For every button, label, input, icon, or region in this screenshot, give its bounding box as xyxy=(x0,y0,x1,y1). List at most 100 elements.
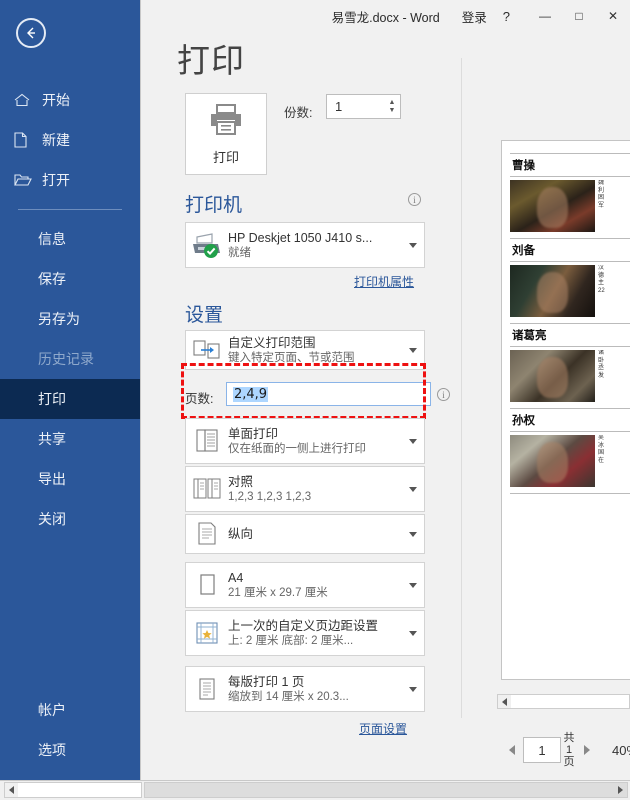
preview-heading: 诸葛亮 xyxy=(510,324,630,346)
sidebar-item-options[interactable]: 选项 xyxy=(0,730,140,770)
copies-stepper[interactable]: 1 ▲ ▼ xyxy=(326,94,401,119)
sidebar-item-print[interactable]: 打印 xyxy=(0,379,140,419)
print-button[interactable]: 打印 xyxy=(185,93,267,175)
collate-select[interactable]: 对照 1,2,3 1,2,3 1,2,3 xyxy=(185,466,425,512)
current-page-input[interactable]: 1 xyxy=(523,737,561,763)
sidebar-item-new[interactable]: 新建 xyxy=(0,120,140,160)
spinner-down-icon[interactable]: ▼ xyxy=(389,107,396,115)
sidebar-item-save[interactable]: 保存 xyxy=(0,259,140,299)
preview-heading: 孙权 xyxy=(510,409,630,431)
preview-line: 丞 xyxy=(598,365,630,373)
bottom-right-scrollbar[interactable] xyxy=(144,782,628,798)
prev-page-icon[interactable] xyxy=(501,745,523,755)
paper-size-title: A4 xyxy=(228,570,402,586)
sidebar-item-info[interactable]: 信息 xyxy=(0,219,140,259)
scroll-right-icon[interactable] xyxy=(614,783,627,797)
help-icon[interactable]: ? xyxy=(503,9,510,24)
printer-section-title: 打印机 xyxy=(185,190,242,217)
preview-section: 刘备 汉 德 主 22 xyxy=(510,238,630,323)
sidebar-item-label: 打印 xyxy=(38,389,66,409)
scrollbar-thumb[interactable] xyxy=(18,783,141,797)
chevron-down-icon[interactable] xyxy=(402,348,424,353)
minimize-button[interactable]: — xyxy=(528,2,562,30)
preview-row: 吴 冰 国 在 xyxy=(510,432,630,493)
back-arrow-icon[interactable] xyxy=(16,18,46,48)
printer-icon xyxy=(206,102,246,141)
preview-rule xyxy=(510,493,630,494)
sidebar-item-export[interactable]: 导出 xyxy=(0,459,140,499)
pages-per-sheet-select[interactable]: 每版打印 1 页 缩放到 14 厘米 x 20.3... xyxy=(185,666,425,712)
print-button-label: 打印 xyxy=(213,147,239,166)
chevron-down-icon[interactable] xyxy=(402,439,424,444)
sidebar-item-share[interactable]: 共享 xyxy=(0,419,140,459)
bottom-left-scrollbar[interactable] xyxy=(4,782,142,798)
home-icon xyxy=(14,91,36,109)
preview-line: 利 xyxy=(598,188,630,196)
preview-image xyxy=(510,435,595,487)
orientation-select[interactable]: 纵向 xyxy=(185,514,425,554)
chevron-down-icon[interactable] xyxy=(402,243,424,248)
scroll-left-icon[interactable] xyxy=(498,695,511,708)
collate-title: 对照 xyxy=(228,474,402,490)
printer-select[interactable]: HP Deskjet 1050 J410 s... 就绪 xyxy=(185,222,425,268)
sidebar-item-save-as[interactable]: 另存为 xyxy=(0,299,140,339)
portrait-icon xyxy=(186,521,228,547)
page-navigation: 1 共 1 页 40% xyxy=(501,730,630,770)
chevron-down-icon[interactable] xyxy=(402,687,424,692)
annotation-highlight-box xyxy=(181,363,426,419)
sidebar-item-close[interactable]: 关闭 xyxy=(0,499,140,539)
preview-horizontal-scrollbar[interactable] xyxy=(497,694,630,709)
info-icon[interactable]: i xyxy=(408,193,421,206)
sidebar-item-account[interactable]: 帐户 xyxy=(0,690,140,730)
settings-section-title: 设置 xyxy=(185,300,223,327)
sidebar-item-label: 导出 xyxy=(38,469,66,489)
printer-properties-link[interactable]: 打印机属性 xyxy=(354,273,414,290)
paper-size-select[interactable]: A4 21 厘米 x 29.7 厘米 xyxy=(185,562,425,608)
preview-image xyxy=(510,265,595,317)
scrollbar-thumb[interactable] xyxy=(511,695,629,708)
preview-line: 22 xyxy=(598,288,630,296)
scrollbar-track[interactable] xyxy=(145,783,614,797)
sidebar-item-label: 关闭 xyxy=(38,509,66,529)
page-setup-link[interactable]: 页面设置 xyxy=(359,720,407,737)
maximize-button[interactable]: □ xyxy=(562,2,596,30)
preview-line: 冰 xyxy=(598,443,630,451)
pages-per-sheet-subtitle: 缩放到 14 厘米 x 20.3... xyxy=(228,690,402,705)
sidebar-item-label: 打开 xyxy=(42,170,70,190)
chevron-down-icon[interactable] xyxy=(402,487,424,492)
preview-row: 诸 卧 丞 发 xyxy=(510,347,630,408)
new-document-icon xyxy=(14,131,36,149)
copies-value[interactable]: 1 xyxy=(327,99,384,114)
duplex-select[interactable]: 单面打印 仅在纸面的一侧上进行打印 xyxy=(185,418,425,464)
sidebar-item-label: 另存为 xyxy=(38,309,80,329)
printer-status-icon xyxy=(186,231,228,259)
pages-per-sheet-title: 每版打印 1 页 xyxy=(228,674,402,690)
sidebar-item-label: 选项 xyxy=(38,740,66,760)
info-icon[interactable]: i xyxy=(437,388,450,401)
duplex-subtitle: 仅在纸面的一侧上进行打印 xyxy=(228,442,402,457)
chevron-down-icon[interactable] xyxy=(402,583,424,588)
margins-select[interactable]: 上一次的自定义页边距设置 上: 2 厘米 底部: 2 厘米... xyxy=(185,610,425,656)
copies-spinner[interactable]: ▲ ▼ xyxy=(384,95,400,118)
chevron-down-icon[interactable] xyxy=(402,631,424,636)
sidebar-item-label: 共享 xyxy=(38,429,66,449)
close-button[interactable]: ✕ xyxy=(596,2,630,30)
scroll-left-icon[interactable] xyxy=(5,783,18,797)
one-sided-icon xyxy=(186,428,228,454)
sidebar-item-home[interactable]: 开始 xyxy=(0,80,140,120)
sidebar-item-label: 信息 xyxy=(38,229,66,249)
open-folder-icon xyxy=(14,171,36,189)
copies-label: 份数: xyxy=(284,102,312,121)
pages-per-sheet-icon xyxy=(186,676,228,702)
sidebar-nav: 开始 新建 打开 信息 保存 另存为 xyxy=(0,80,140,539)
zoom-level[interactable]: 40% xyxy=(612,743,630,758)
sidebar-item-label: 新建 xyxy=(42,130,70,150)
preview-text: 汉 德 主 22 xyxy=(595,265,630,295)
spinner-up-icon[interactable]: ▲ xyxy=(389,99,396,107)
chevron-down-icon[interactable] xyxy=(402,532,424,537)
next-page-icon[interactable] xyxy=(576,745,598,755)
sidebar-item-open[interactable]: 打开 xyxy=(0,160,140,200)
preview-line: 吴 xyxy=(598,435,630,443)
sign-in-button[interactable]: 登录 xyxy=(462,7,487,26)
preview-row: 汉 德 主 22 xyxy=(510,262,630,323)
